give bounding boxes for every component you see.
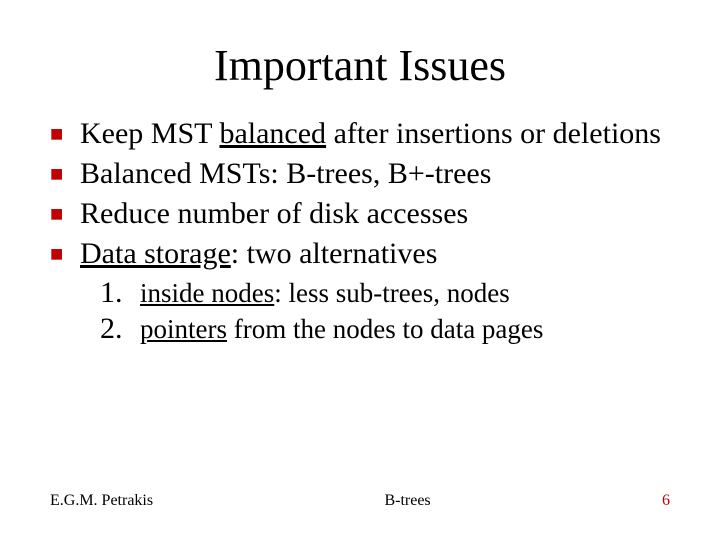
slide-footer: E.G.M. Petrakis B-trees 6 [40,492,680,520]
bullet-list: ■ Keep MST balanced after insertions or … [40,115,680,492]
numbered-sublist: 1. inside nodes: less sub-trees, nodes 2… [50,275,680,347]
square-bullet-icon: ■ [50,235,80,273]
square-bullet-icon: ■ [50,115,80,153]
text-fragment: : less sub-trees, nodes [274,278,509,308]
text-fragment: : two alternatives [231,237,438,270]
bullet-text: Keep MST balanced after insertions or de… [80,115,661,153]
sublist-text: pointers from the nodes to data pages [140,311,543,347]
underlined-text: pointers [140,314,227,344]
bullet-item-3: ■ Reduce number of disk accesses [50,195,680,233]
underlined-text: Data storage [80,237,231,270]
sublist-text: inside nodes: less sub-trees, nodes [140,275,510,311]
bullet-item-1: ■ Keep MST balanced after insertions or … [50,115,680,153]
bullet-text: Data storage: two alternatives [80,235,437,273]
sublist-item-2: 2. pointers from the nodes to data pages [100,311,680,347]
bullet-item-2: ■ Balanced MSTs: B-trees, B+-trees [50,155,680,193]
text-fragment: from the nodes to data pages [227,314,543,344]
footer-author: E.G.M. Petrakis [50,492,153,510]
sublist-item-1: 1. inside nodes: less sub-trees, nodes [100,275,680,311]
footer-topic: B-trees [153,492,662,510]
square-bullet-icon: ■ [50,155,80,193]
text-fragment: Keep MST [80,117,219,150]
square-bullet-icon: ■ [50,195,80,233]
underlined-text: inside nodes [140,278,274,308]
sublist-number: 2. [100,312,140,346]
bullet-text: Reduce number of disk accesses [80,195,468,233]
bullet-text: Balanced MSTs: B-trees, B+-trees [80,155,491,193]
slide-title: Important Issues [40,40,680,91]
bullet-item-4: ■ Data storage: two alternatives [50,235,680,273]
slide: Important Issues ■ Keep MST balanced aft… [0,0,720,540]
sublist-number: 1. [100,276,140,310]
footer-page-number: 6 [662,492,670,510]
underlined-text: balanced [219,117,326,150]
text-fragment: after insertions or deletions [326,117,661,150]
